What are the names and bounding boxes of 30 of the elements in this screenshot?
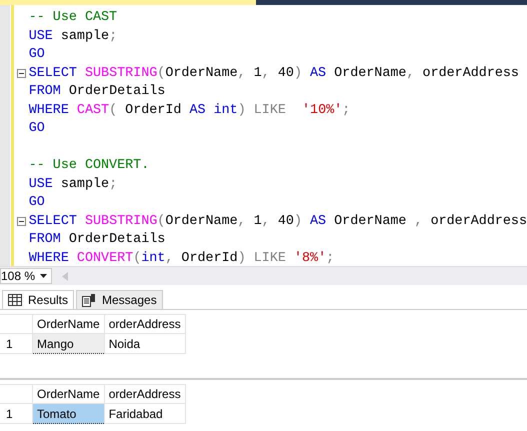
table-cell[interactable]: Mango (32, 334, 104, 354)
code-line: -- Use CAST (28, 9, 118, 28)
column-header[interactable]: orderAddress (104, 314, 186, 334)
column-header[interactable]: OrderName (32, 384, 104, 404)
caret-icon (40, 274, 47, 278)
code-line: WHERE CONVERT(int, OrderId) LIKE '8%'; (28, 250, 334, 266)
code-line: -- Use CONVERT. (28, 157, 150, 176)
code-line: USE sample; (28, 176, 118, 194)
grid-icon (8, 294, 22, 306)
table-cell[interactable]: Tomato (32, 404, 104, 424)
code-line: GO (28, 120, 45, 138)
results-tab[interactable]: Results (2, 290, 74, 309)
code-line: FROM OrderDetails (28, 231, 166, 250)
code-line: GO (28, 194, 45, 212)
column-header[interactable]: orderAddress (104, 384, 186, 404)
code-line: SELECT SUBSTRING(OrderName, 1, 40) AS OrderName , orderAddress (28, 212, 527, 231)
zoom-dropdown[interactable]: 108 % (0, 268, 52, 284)
code-line: SELECT SUBSTRING(OrderName, 1, 40) AS OrderName, orderAddress (28, 64, 519, 83)
column-header[interactable]: OrderName (32, 314, 104, 334)
table-cell[interactable]: Noida (104, 334, 186, 354)
code-editor[interactable] (0, 5, 527, 266)
document-icon (82, 294, 96, 306)
code-line: GO (28, 46, 45, 64)
code-line: USE sample; (28, 28, 118, 46)
collapse-icon[interactable] (16, 217, 26, 226)
collapse-icon[interactable] (16, 69, 26, 78)
code-line: WHERE CAST( OrderId AS int) LIKE '10%'; (28, 102, 350, 120)
code-line: FROM OrderDetails (28, 83, 166, 102)
results-tab[interactable]: Messages (76, 290, 163, 309)
table-cell[interactable]: Faridabad (104, 404, 186, 424)
